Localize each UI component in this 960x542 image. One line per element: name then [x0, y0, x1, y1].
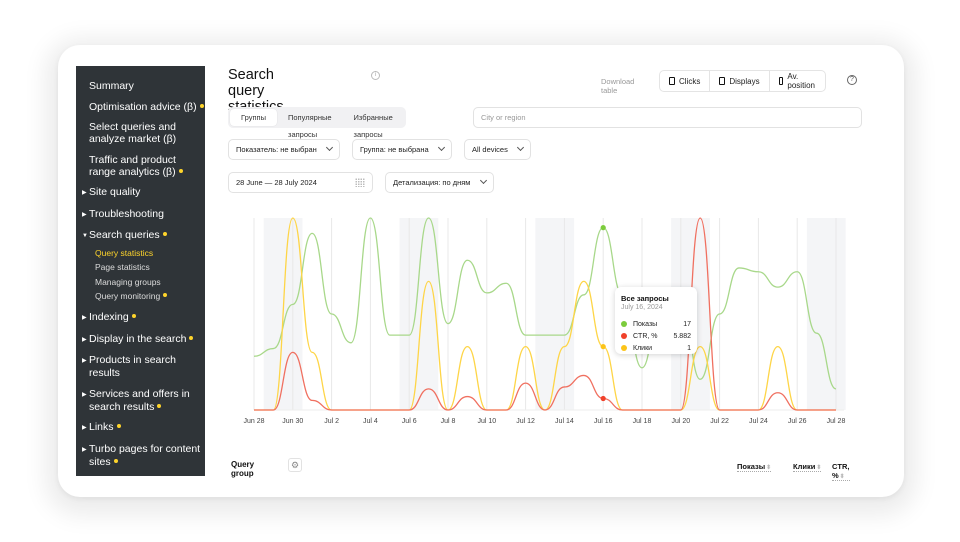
gear-icon[interactable]: ⚙: [288, 458, 302, 472]
sort-icon: ⬍: [766, 465, 772, 471]
sidebar-item-label: Traffic and product range analytics (β): [89, 153, 176, 178]
sidebar-item-label: Services and offers in search results: [89, 387, 190, 413]
sidebar-item-label: Summary: [89, 80, 134, 92]
legend-dot-icon: [621, 321, 627, 327]
date-range-picker[interactable]: 28 June — 28 July 2024: [228, 172, 373, 193]
info-icon[interactable]: i: [371, 71, 380, 80]
sidebar-item-label: Search queries: [89, 229, 160, 241]
sort-icon: ⬍: [839, 474, 845, 480]
new-indicator-dot: [157, 403, 162, 408]
chevron-down-icon: [437, 143, 446, 152]
devices-select[interactable]: All devices: [464, 139, 531, 160]
query-group-label: Query group: [231, 460, 255, 478]
legend-dot-icon: [621, 345, 627, 351]
caret-right-icon: ▶: [82, 211, 87, 218]
new-indicator-dot: [116, 424, 121, 429]
caret-right-icon: ▶: [82, 391, 87, 398]
sidebar-item-label: Site quality: [89, 186, 141, 198]
new-indicator-dot: [178, 168, 183, 173]
chart-tooltip: Все запросы July 16, 2024 Показы 17 CTR, …: [615, 287, 697, 354]
help-icon[interactable]: ?: [847, 75, 857, 85]
tab-groups[interactable]: Группы: [230, 109, 277, 126]
sidebar-item-traffic-and-product-range-analytics[interactable]: Traffic and product range analytics (β): [89, 154, 205, 178]
chevron-down-icon: [516, 143, 525, 152]
sidebar-item-label: Turbo pages for content sites: [89, 442, 201, 468]
column-header-clicks[interactable]: Клики⬍: [793, 462, 822, 472]
sidebar-item-label: Optimisation advice (β): [89, 100, 197, 113]
sidebar-item-search-queries[interactable]: ▼Search queries: [82, 229, 205, 242]
indicator-select[interactable]: Показатель: не выбран: [228, 139, 340, 160]
file-icon: [719, 77, 726, 85]
caret-right-icon: ▶: [82, 358, 87, 365]
download-displays-button[interactable]: Displays: [710, 71, 770, 91]
sidebar-item-troubleshooting[interactable]: ▶ Troubleshooting: [82, 207, 205, 221]
sidebar-item-select-queries-and-analyze-market[interactable]: Select queries and analyze market (β): [89, 121, 205, 145]
new-indicator-dot: [189, 335, 194, 340]
chevron-down-icon: [325, 143, 334, 152]
caret-right-icon: ▶: [82, 425, 87, 432]
sidebar-item-indexing[interactable]: ▶ Indexing: [82, 311, 205, 324]
new-indicator-dot: [163, 293, 168, 298]
column-header-shows[interactable]: Показы⬍: [737, 462, 772, 472]
sidebar: Summary Optimisation advice (β) Select que…: [76, 66, 205, 476]
sidebar-item-turbo-pages-for-content-sites[interactable]: ▶ Turbo pages for content sites: [82, 442, 205, 468]
tooltip-row-clicks: Клики 1: [621, 342, 691, 354]
city-region-input[interactable]: City or region: [473, 107, 862, 128]
sidebar-subitem-query-statistics[interactable]: Query statistics: [95, 248, 205, 258]
tooltip-row-shows: Показы 17: [621, 318, 691, 330]
tab-popular-queries[interactable]: Популярные запросы: [277, 109, 343, 139]
sidebar-subitem-managing-groups[interactable]: Managing groups: [95, 277, 205, 287]
legend-dot-icon: [621, 333, 627, 339]
sidebar-item-label: Troubleshooting: [89, 207, 164, 220]
chevron-down-icon: [479, 176, 488, 185]
file-icon: [778, 77, 784, 85]
download-table-label: Download table: [601, 77, 635, 95]
caret-right-icon: ▶: [82, 190, 87, 196]
sidebar-item-label: Products in search results: [89, 354, 176, 380]
tab-bar: Группы Популярные запросы Избранные запр…: [228, 107, 406, 139]
sidebar-item-optimisation-advice[interactable]: Optimisation advice (β): [89, 101, 205, 113]
tab-favorite-queries[interactable]: Избранные запросы: [343, 109, 404, 139]
tooltip-row-ctr: CTR, % 5.882: [621, 330, 691, 342]
caret-right-icon: ▶: [82, 336, 87, 343]
tooltip-title: Все запросы: [621, 294, 669, 303]
new-indicator-dot: [162, 232, 167, 236]
sidebar-item-label: Links: [89, 421, 114, 434]
tooltip-date: July 16, 2024: [621, 304, 663, 311]
sidebar-submenu: Query statistics Page statistics Managing …: [89, 248, 205, 301]
sidebar-item-services-and-offers-in-search-results[interactable]: ▶ Services and offers in search results: [82, 387, 205, 413]
file-icon: [669, 77, 675, 85]
column-header-ctr[interactable]: CTR, %⬍: [832, 462, 850, 481]
caret-right-icon: ▶: [82, 315, 87, 322]
caret-down-icon: ▼: [82, 233, 88, 239]
calendar-icon: [355, 178, 365, 187]
sidebar-item-label: Select queries and analyze market (β): [89, 121, 177, 145]
new-indicator-dot: [131, 314, 136, 319]
sidebar-subitem-query-monitoring[interactable]: Query monitoring: [95, 291, 205, 301]
download-position-button[interactable]: Av. position: [770, 71, 826, 91]
sort-icon: ⬍: [816, 465, 822, 471]
sidebar-subitem-page-statistics[interactable]: Page statistics: [95, 262, 205, 272]
group-select[interactable]: Группа: не выбрана: [352, 139, 452, 160]
caret-right-icon: ▶: [82, 446, 87, 453]
detail-select[interactable]: Детализация: по дням: [385, 172, 494, 193]
sidebar-item-links[interactable]: ▶ Links: [82, 421, 205, 434]
sidebar-item-site-quality[interactable]: ▶ Site quality: [82, 186, 205, 199]
sidebar-item-label: Indexing: [89, 311, 129, 324]
new-indicator-dot: [113, 458, 118, 463]
sidebar-item-display-in-the-search[interactable]: ▶ Display in the search: [82, 332, 205, 346]
download-clicks-button[interactable]: Clicks: [660, 71, 711, 91]
sidebar-item-label: Display in the search: [89, 332, 187, 345]
new-indicator-dot: [199, 103, 204, 108]
download-button-group: Clicks Displays Av. position: [659, 70, 827, 92]
sidebar-item-summary[interactable]: Summary: [89, 80, 205, 92]
sidebar-item-products-in-search-results[interactable]: ▶ Products in search results: [82, 354, 205, 380]
